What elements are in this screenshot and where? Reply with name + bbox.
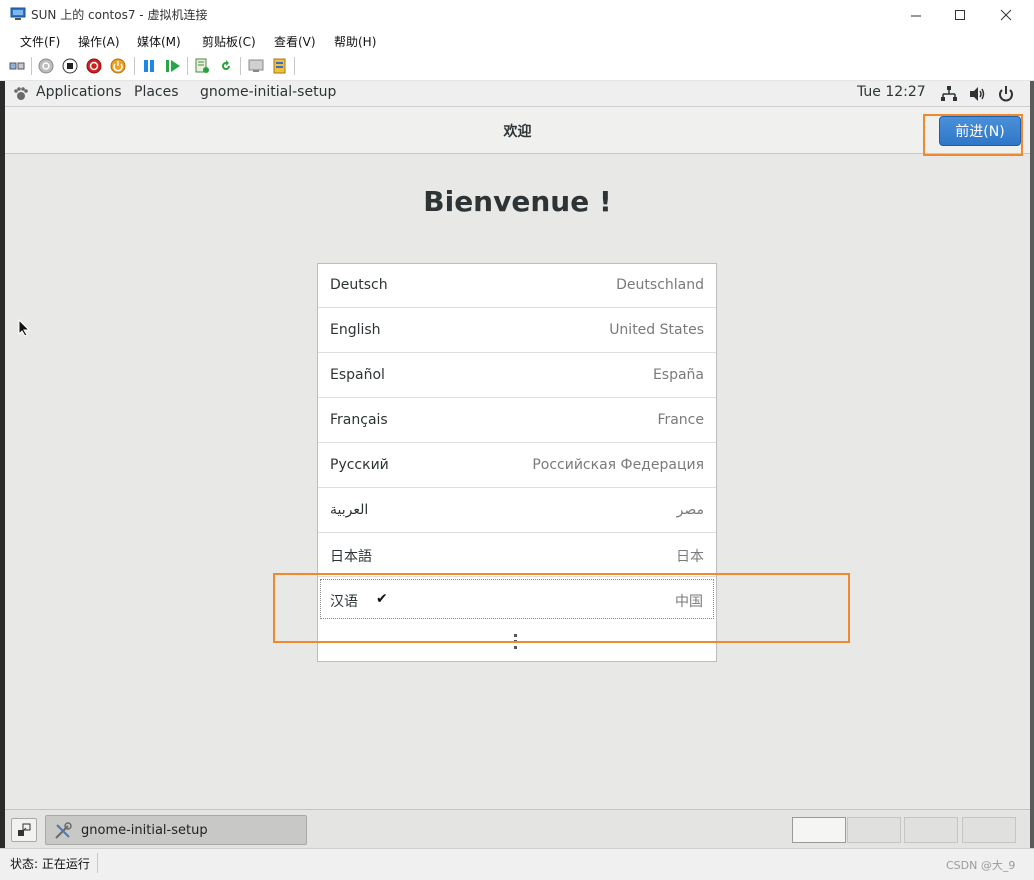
- close-icon: [1000, 9, 1012, 21]
- vm-connection-icon: [10, 7, 26, 20]
- language-row-english[interactable]: English United States: [318, 309, 716, 353]
- maximize-button[interactable]: [940, 4, 980, 26]
- power-icon[interactable]: [110, 58, 126, 74]
- language-name: English: [330, 322, 381, 338]
- mouse-pointer-icon: [18, 319, 30, 337]
- language-row-japanese[interactable]: 日本語 日本: [318, 533, 716, 577]
- workspace-3[interactable]: [904, 817, 958, 843]
- network-icon[interactable]: [940, 85, 958, 103]
- language-row-espanol[interactable]: Español España: [318, 354, 716, 398]
- status-separator: [97, 853, 98, 873]
- gnome-top-bar: Applications Places gnome-initial-setup …: [5, 81, 1030, 107]
- language-region: Российская Федерация: [532, 457, 704, 473]
- watermark: CSDN @大_9: [946, 859, 1016, 872]
- language-row-russian[interactable]: Русский Российская Федерация: [318, 444, 716, 488]
- shut-down-icon[interactable]: [86, 58, 102, 74]
- status-text: 状态: 正在运行: [10, 857, 90, 871]
- menu-media[interactable]: 媒体(M): [137, 33, 181, 50]
- toolbar-separator: [187, 57, 188, 75]
- language-region: مصر: [676, 502, 704, 518]
- language-name: Français: [330, 412, 388, 428]
- language-name: 日本語: [330, 549, 372, 565]
- tools-icon: [55, 822, 72, 839]
- turn-off-icon[interactable]: [62, 58, 78, 74]
- language-region: Deutschland: [616, 277, 704, 293]
- taskbar-window-label: gnome-initial-setup: [81, 823, 208, 838]
- window-titlebar: SUN 上的 contos7 - 虚拟机连接: [0, 0, 1034, 29]
- selected-language-highlight-box: [273, 573, 850, 643]
- show-desktop-button[interactable]: [11, 818, 37, 842]
- maximize-icon: [955, 10, 965, 20]
- language-region: France: [657, 412, 704, 428]
- menu-clipboard[interactable]: 剪贴板(C): [202, 33, 256, 50]
- host-right-border: [1030, 81, 1034, 848]
- workspace-1[interactable]: [792, 817, 846, 843]
- language-name: Deutsch: [330, 277, 388, 293]
- toolbar-separator: [240, 57, 241, 75]
- menu-action[interactable]: 操作(A): [78, 33, 120, 50]
- guest-taskbar: gnome-initial-setup: [5, 809, 1030, 848]
- pause-icon[interactable]: [141, 58, 157, 74]
- menu-view[interactable]: 查看(V): [274, 33, 316, 50]
- language-row-arabic[interactable]: العربية مصر: [318, 489, 716, 533]
- language-region: 日本: [676, 549, 704, 565]
- language-region: United States: [609, 322, 704, 338]
- window-title: SUN 上的 contos7 - 虚拟机连接: [31, 8, 208, 22]
- toolbar-separator: [31, 57, 32, 75]
- checkpoint-icon[interactable]: [194, 58, 210, 74]
- ctrl-alt-del-icon[interactable]: [9, 58, 25, 74]
- welcome-heading: Bienvenue !: [423, 185, 612, 218]
- language-name: Русский: [330, 457, 389, 473]
- minimize-icon: [911, 15, 921, 17]
- close-button[interactable]: [986, 4, 1026, 26]
- places-menu[interactable]: Places: [134, 84, 179, 100]
- gnome-foot-icon[interactable]: [13, 86, 29, 102]
- language-row-deutsch[interactable]: Deutsch Deutschland: [318, 264, 716, 308]
- menu-help[interactable]: 帮助(H): [334, 33, 376, 50]
- header-title: 欢迎: [503, 124, 532, 140]
- next-button-highlight-box: [923, 114, 1023, 156]
- show-desktop-icon: [18, 823, 31, 836]
- dot: [514, 646, 517, 649]
- enhanced-session-icon[interactable]: [248, 58, 264, 74]
- revert-icon[interactable]: [218, 58, 234, 74]
- resume-icon[interactable]: [165, 58, 181, 74]
- minimize-button[interactable]: [896, 4, 936, 26]
- volume-icon[interactable]: [968, 85, 986, 103]
- menu-file[interactable]: 文件(F): [20, 33, 60, 50]
- power-menu-icon[interactable]: [997, 85, 1015, 103]
- clock[interactable]: Tue 12:27: [857, 84, 926, 100]
- toolbar-separator: [294, 57, 295, 75]
- language-region: España: [652, 367, 704, 383]
- vm-screen[interactable]: Applications Places gnome-initial-setup …: [5, 81, 1030, 848]
- language-name: Español: [330, 367, 385, 383]
- workspace-2[interactable]: [847, 817, 901, 843]
- taskbar-window-button[interactable]: gnome-initial-setup: [45, 815, 307, 845]
- language-name: العربية: [330, 502, 369, 518]
- settings-icon[interactable]: [272, 58, 288, 74]
- menubar: 文件(F) 操作(A) 媒体(M) 剪贴板(C) 查看(V) 帮助(H): [0, 29, 1034, 53]
- workspace-4[interactable]: [962, 817, 1016, 843]
- setup-header-bar: 欢迎 前进(N): [5, 107, 1030, 154]
- language-row-francais[interactable]: Français France: [318, 399, 716, 443]
- status-bar: 状态: 正在运行 CSDN @大_9: [0, 848, 1034, 880]
- applications-menu[interactable]: Applications: [36, 84, 122, 100]
- app-menu[interactable]: gnome-initial-setup: [200, 84, 336, 100]
- toolbar: [0, 53, 1034, 81]
- start-icon[interactable]: [38, 58, 54, 74]
- toolbar-separator: [134, 57, 135, 75]
